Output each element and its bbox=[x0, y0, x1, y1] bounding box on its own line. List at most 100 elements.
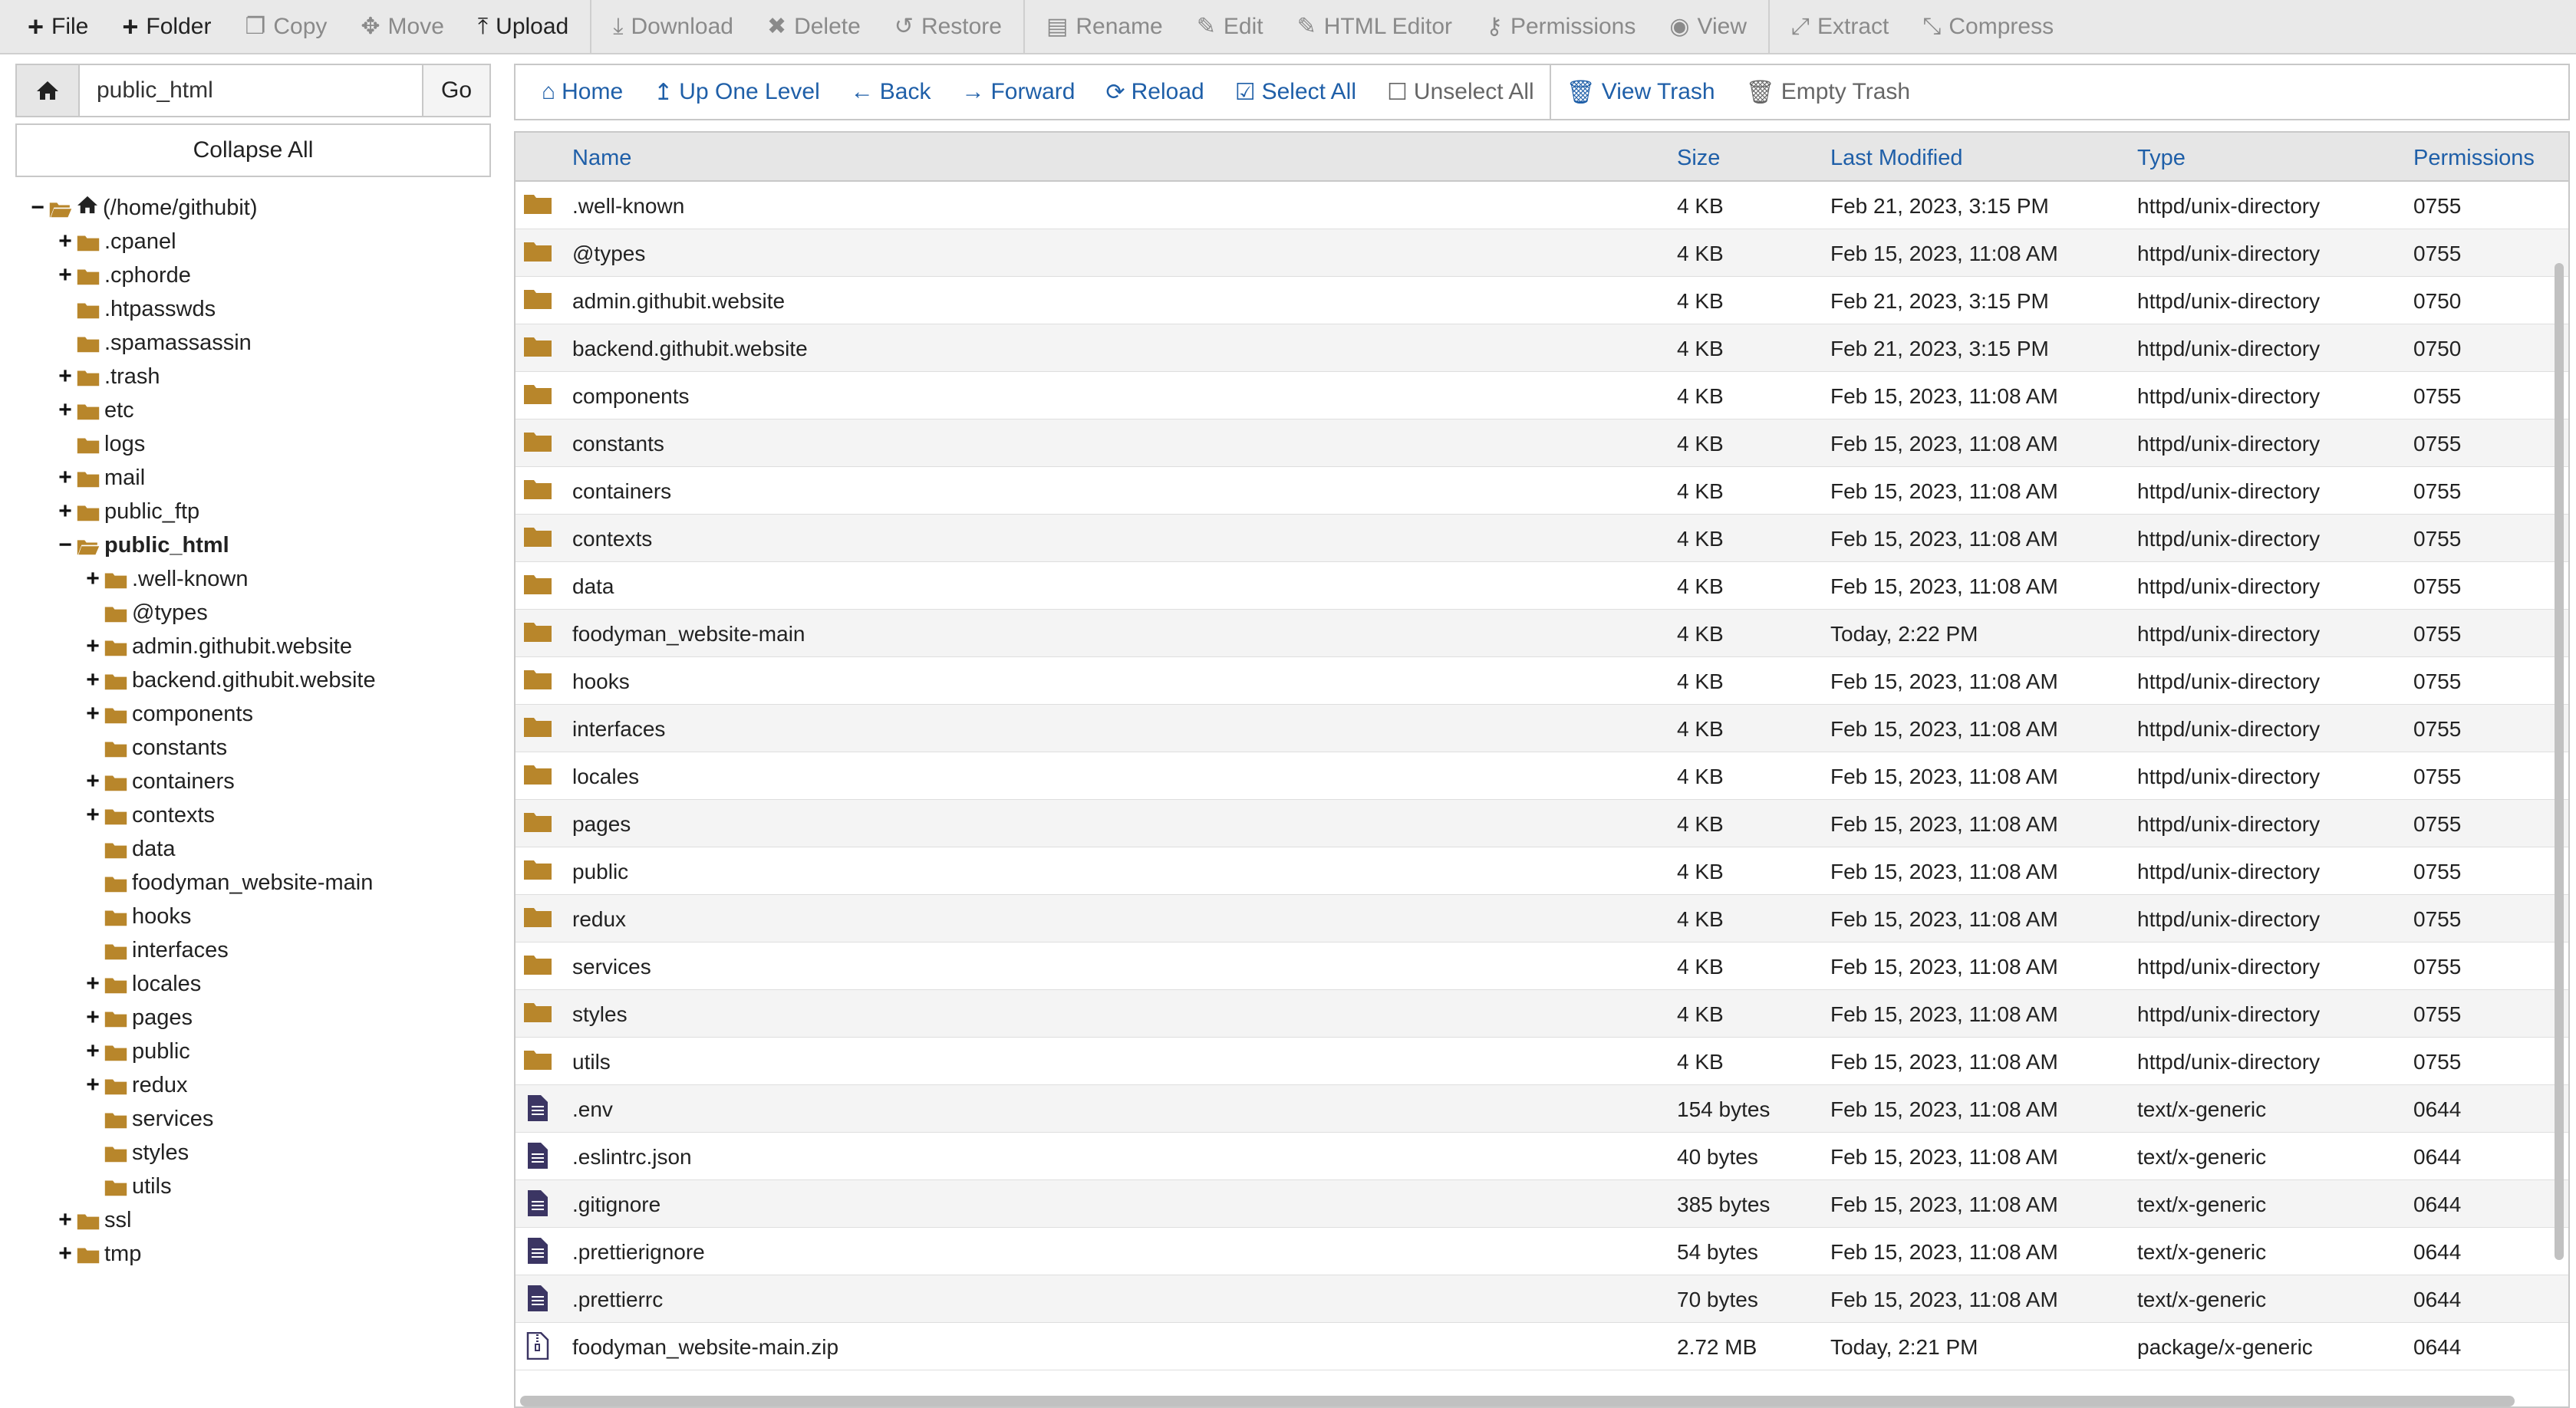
table-row[interactable]: contexts 4 KB Feb 15, 2023, 11:08 AM httpd/… bbox=[516, 515, 2568, 562]
expand-icon[interactable]: + bbox=[57, 1207, 74, 1233]
tree-item[interactable]: + admin.githubit.website bbox=[29, 630, 505, 663]
expand-icon[interactable]: + bbox=[84, 971, 101, 997]
expand-icon[interactable]: + bbox=[84, 633, 101, 660]
tree-item[interactable]: data bbox=[29, 832, 505, 866]
toolbar-extract-button[interactable]: ⤢ Extract bbox=[1774, 0, 1906, 54]
table-row[interactable]: interfaces 4 KB Feb 15, 2023, 11:08 AM http… bbox=[516, 705, 2568, 752]
table-row[interactable]: .well-known 4 KB Feb 21, 2023, 3:15 PM http… bbox=[516, 182, 2568, 229]
tree-item[interactable]: .htpasswds bbox=[29, 292, 505, 326]
tree-item[interactable]: + public bbox=[29, 1035, 505, 1068]
nav-reload-button[interactable]: ⟳ Reload bbox=[1090, 65, 1219, 119]
column-header-type[interactable]: Type bbox=[2137, 146, 2186, 171]
table-row[interactable]: foodyman_website-main.zip 2.72 MB Today, 2… bbox=[516, 1323, 2568, 1370]
toolbar-upload-button[interactable]: ⤒ Upload bbox=[461, 0, 585, 54]
tree-item[interactable]: + redux bbox=[29, 1068, 505, 1102]
table-row[interactable]: containers 4 KB Feb 15, 2023, 11:08 AM http… bbox=[516, 467, 2568, 515]
table-row[interactable]: .prettierignore 54 bytes Feb 15, 2023, 11:… bbox=[516, 1228, 2568, 1275]
table-row[interactable]: locales 4 KB Feb 15, 2023, 11:08 AM httpd/u… bbox=[516, 752, 2568, 800]
expand-icon[interactable]: + bbox=[84, 768, 101, 794]
tree-item[interactable]: interfaces bbox=[29, 933, 505, 967]
column-header-last-modified[interactable]: Last Modified bbox=[1830, 146, 1963, 171]
expand-icon[interactable]: + bbox=[84, 802, 101, 828]
tree-item[interactable]: + .well-known bbox=[29, 562, 505, 596]
table-row[interactable]: pages 4 KB Feb 15, 2023, 11:08 AM httpd/uni… bbox=[516, 800, 2568, 847]
tree-item[interactable]: − (/home/githubit) bbox=[29, 191, 505, 225]
expand-icon[interactable]: + bbox=[57, 397, 74, 423]
table-row[interactable]: public 4 KB Feb 15, 2023, 11:08 AM httpd/un… bbox=[516, 847, 2568, 895]
tree-item[interactable]: + .cphorde bbox=[29, 258, 505, 292]
toolbar-compress-button[interactable]: ⤡ Compress bbox=[1906, 0, 2070, 54]
tree-item[interactable]: + etc bbox=[29, 393, 505, 427]
table-row[interactable]: .eslintrc.json 40 bytes Feb 15, 2023, 11:0… bbox=[516, 1133, 2568, 1180]
tree-item[interactable]: + components bbox=[29, 697, 505, 731]
expand-icon[interactable]: + bbox=[84, 667, 101, 693]
tree-item[interactable]: + containers bbox=[29, 765, 505, 798]
table-row[interactable]: backend.githubit.website 4 KB Feb 21, 2023… bbox=[516, 324, 2568, 372]
nav-unselect-all-button[interactable]: ☐ Unselect All bbox=[1372, 65, 1550, 119]
toolbar-file-button[interactable]: + File bbox=[11, 0, 105, 54]
toolbar-delete-button[interactable]: ✖ Delete bbox=[750, 0, 878, 54]
tree-item[interactable]: − public_html bbox=[29, 528, 505, 562]
tree-item[interactable]: + ssl bbox=[29, 1203, 505, 1237]
column-header-name[interactable]: Name bbox=[572, 146, 631, 171]
tree-item[interactable]: constants bbox=[29, 731, 505, 765]
table-row[interactable]: services 4 KB Feb 15, 2023, 11:08 AM httpd/… bbox=[516, 943, 2568, 990]
column-header-size[interactable]: Size bbox=[1677, 146, 1720, 171]
expand-icon[interactable]: + bbox=[57, 1241, 74, 1267]
expand-icon[interactable]: + bbox=[57, 364, 74, 390]
path-home-button[interactable] bbox=[17, 65, 80, 116]
nav-home-button[interactable]: ⌂ Home bbox=[526, 65, 638, 119]
tree-item[interactable]: logs bbox=[29, 427, 505, 461]
table-row[interactable]: .env 154 bytes Feb 15, 2023, 11:08 AM text/… bbox=[516, 1085, 2568, 1133]
toolbar-move-button[interactable]: ✥ Move bbox=[344, 0, 461, 54]
tree-item[interactable]: + .trash bbox=[29, 360, 505, 393]
expand-icon[interactable]: + bbox=[84, 1072, 101, 1098]
tree-item[interactable]: + backend.githubit.website bbox=[29, 663, 505, 697]
toolbar-restore-button[interactable]: ↺ Restore bbox=[878, 0, 1019, 54]
tree-item[interactable]: services bbox=[29, 1102, 505, 1136]
toolbar-html-editor-button[interactable]: ✎ HTML Editor bbox=[1280, 0, 1469, 54]
nav-up-one-level-button[interactable]: ↥ Up One Level bbox=[638, 65, 835, 119]
expand-icon[interactable]: + bbox=[57, 262, 74, 288]
expand-icon[interactable]: + bbox=[84, 1005, 101, 1031]
expand-icon[interactable]: + bbox=[57, 229, 74, 255]
tree-item[interactable]: + locales bbox=[29, 967, 505, 1001]
table-row[interactable]: data 4 KB Feb 15, 2023, 11:08 AM httpd/unix… bbox=[516, 562, 2568, 610]
tree-item[interactable]: .spamassassin bbox=[29, 326, 505, 360]
toolbar-folder-button[interactable]: + Folder bbox=[105, 0, 228, 54]
nav-select-all-button[interactable]: ☑ Select All bbox=[1220, 65, 1372, 119]
table-row[interactable]: constants 4 KB Feb 15, 2023, 11:08 AM httpd… bbox=[516, 419, 2568, 467]
toolbar-download-button[interactable]: ⤓ Download bbox=[596, 0, 750, 54]
collapse-icon[interactable]: − bbox=[57, 532, 74, 558]
nav-forward-button[interactable]: → Forward bbox=[946, 65, 1090, 119]
toolbar-view-button[interactable]: ◉ View bbox=[1652, 0, 1764, 54]
table-row[interactable]: @types 4 KB Feb 15, 2023, 11:08 AM httpd/un… bbox=[516, 229, 2568, 277]
tree-item[interactable]: utils bbox=[29, 1169, 505, 1203]
expand-icon[interactable]: + bbox=[84, 566, 101, 592]
nav-back-button[interactable]: ← Back bbox=[835, 65, 947, 119]
toolbar-edit-button[interactable]: ✎ Edit bbox=[1180, 0, 1280, 54]
expand-icon[interactable]: + bbox=[84, 1038, 101, 1064]
vertical-scrollbar[interactable] bbox=[2555, 263, 2564, 1260]
table-row[interactable]: hooks 4 KB Feb 15, 2023, 11:08 AM httpd/uni… bbox=[516, 657, 2568, 705]
nav-view-trash-button[interactable]: 🗑 View Trash bbox=[1551, 65, 1731, 119]
tree-item[interactable]: styles bbox=[29, 1136, 505, 1169]
table-row[interactable]: redux 4 KB Feb 15, 2023, 11:08 AM httpd/uni… bbox=[516, 895, 2568, 943]
toolbar-rename-button[interactable]: ▤ Rename bbox=[1029, 0, 1180, 54]
tree-item[interactable]: @types bbox=[29, 596, 505, 630]
tree-item[interactable]: hooks bbox=[29, 900, 505, 933]
collapse-icon[interactable]: − bbox=[29, 195, 46, 221]
tree-item[interactable]: foodyman_website-main bbox=[29, 866, 505, 900]
tree-item[interactable]: + mail bbox=[29, 461, 505, 495]
column-header-permissions[interactable]: Permissions bbox=[2413, 146, 2535, 171]
tree-item[interactable]: + contexts bbox=[29, 798, 505, 832]
table-row[interactable]: .gitignore 385 bytes Feb 15, 2023, 11:08 A… bbox=[516, 1180, 2568, 1228]
expand-icon[interactable]: + bbox=[57, 465, 74, 491]
path-input[interactable] bbox=[80, 65, 422, 116]
collapse-all-button[interactable]: Collapse All bbox=[15, 123, 491, 177]
horizontal-scrollbar[interactable] bbox=[520, 1396, 2515, 1406]
nav-empty-trash-button[interactable]: 🗑 Empty Trash bbox=[1731, 65, 1925, 119]
table-row[interactable]: foodyman_website-main 4 KB Today, 2:22 PM h… bbox=[516, 610, 2568, 657]
toolbar-copy-button[interactable]: ❐ Copy bbox=[228, 0, 344, 54]
go-button[interactable]: Go bbox=[422, 65, 489, 116]
